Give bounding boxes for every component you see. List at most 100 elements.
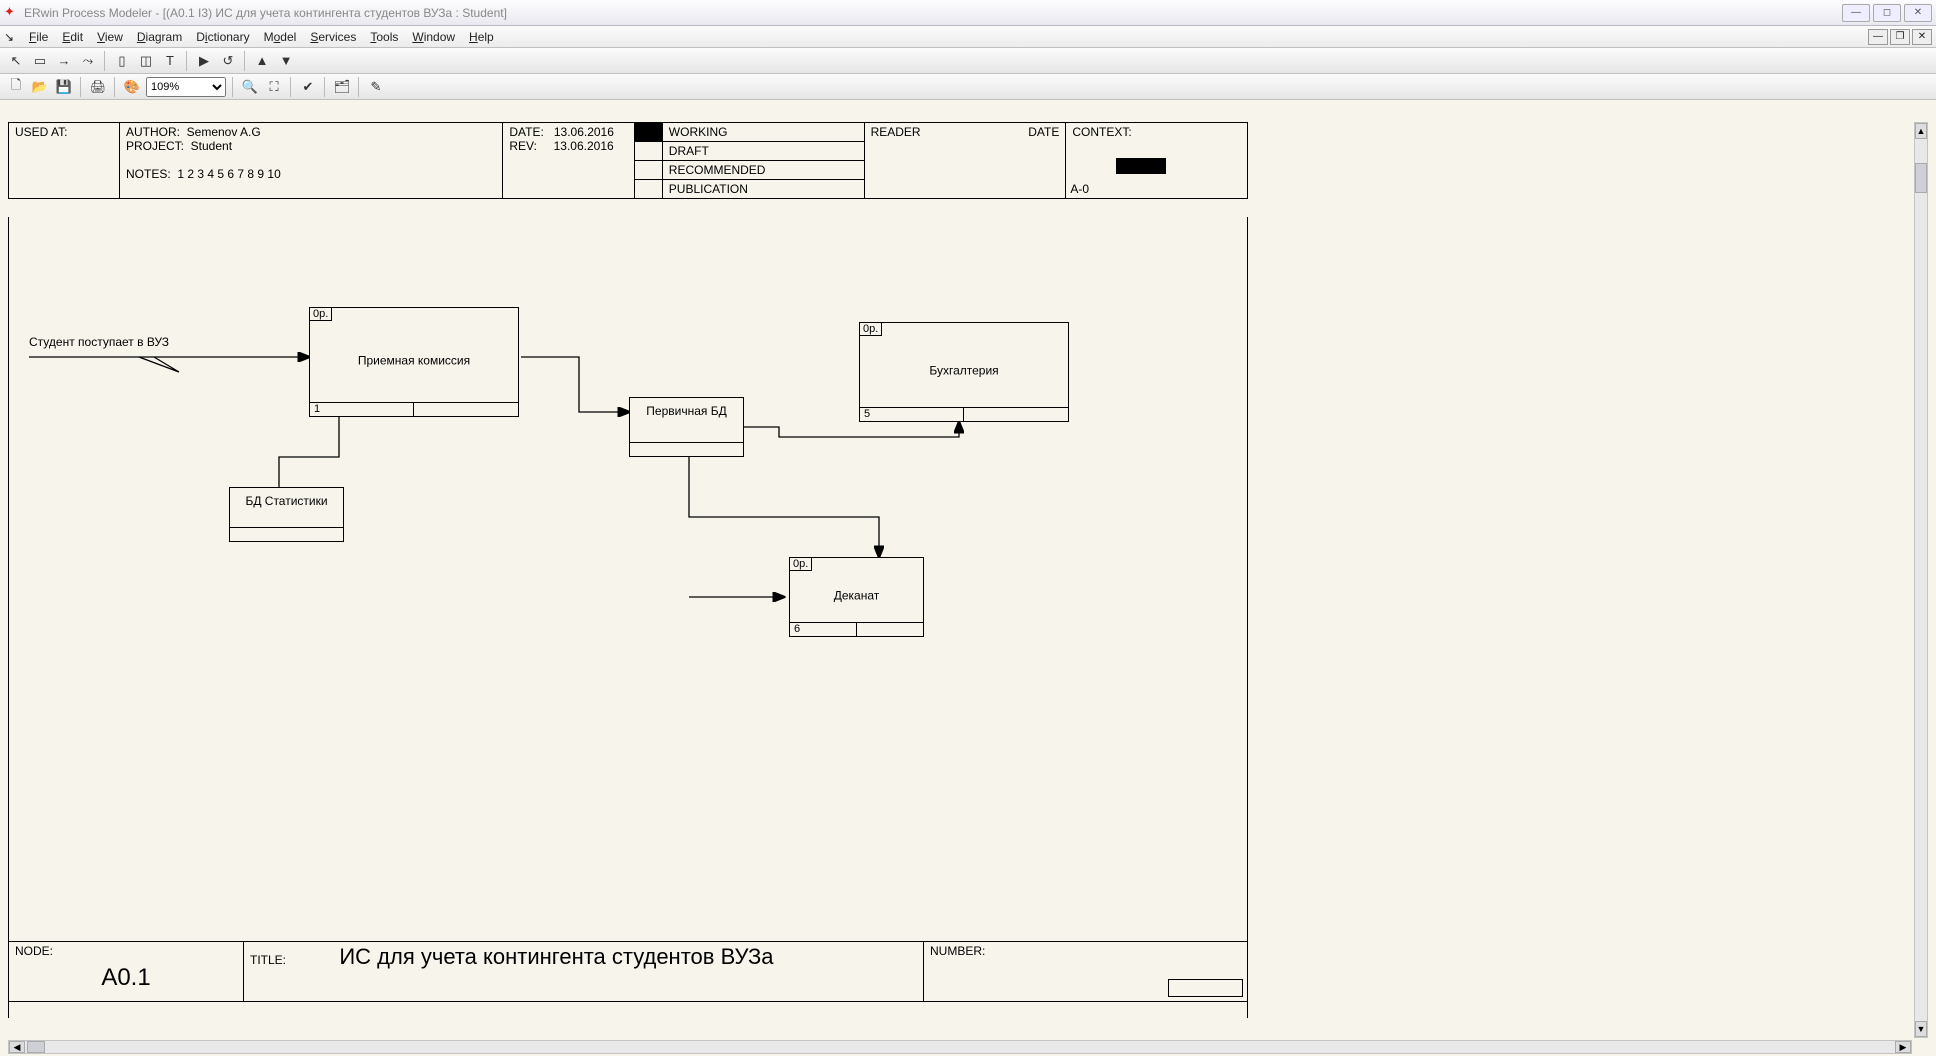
menu-window[interactable]: Window bbox=[405, 28, 462, 46]
activity-box-bukhgalteriya[interactable]: 0р. Бухгалтерия 5 bbox=[859, 322, 1069, 422]
activity-number: 1 bbox=[310, 403, 414, 416]
activity-tag: 0р. bbox=[310, 308, 332, 321]
vertical-scrollbar[interactable]: ▲ ▼ bbox=[1914, 122, 1928, 1038]
header-author: Semenov A.G bbox=[187, 125, 261, 139]
footer-node-label: NODE: bbox=[15, 944, 53, 958]
check-icon[interactable]: ✔ bbox=[298, 77, 318, 97]
print-icon[interactable]: 🖨 bbox=[88, 77, 108, 97]
header-context-label: CONTEXT: bbox=[1072, 125, 1131, 139]
squiggle-tool-icon[interactable]: ⤳ bbox=[78, 51, 98, 71]
horizontal-scrollbar[interactable]: ◀ ▶ bbox=[8, 1040, 1912, 1054]
text-tool-icon[interactable]: T bbox=[160, 51, 180, 71]
zoom-fit-icon[interactable]: ⛶ bbox=[264, 77, 284, 97]
header-publication: PUBLICATION bbox=[669, 182, 748, 196]
menu-view[interactable]: View bbox=[90, 28, 130, 46]
menu-edit[interactable]: Edit bbox=[55, 28, 90, 46]
window-titlebar: ERwin Process Modeler - [(A0.1 I3) ИС дл… bbox=[0, 0, 1936, 26]
menu-diagram[interactable]: Diagram bbox=[130, 28, 189, 46]
footer-number-box bbox=[1168, 979, 1243, 997]
activity-number: 6 bbox=[790, 623, 857, 636]
toolbar-standard: 🗋 📂 💾 🖨 🎨 109% 🔍 ⛶ ✔ 🗂 ✎ bbox=[0, 74, 1936, 100]
scroll-up-icon[interactable]: ▲ bbox=[1915, 123, 1927, 139]
scroll-down-icon[interactable]: ▼ bbox=[1915, 1021, 1927, 1037]
window-title: ERwin Process Modeler - [(A0.1 I3) ИС дл… bbox=[24, 6, 507, 20]
scroll-right-icon[interactable]: ▶ bbox=[1895, 1041, 1911, 1053]
activity-box-dekanat[interactable]: 0р. Деканат 6 bbox=[789, 557, 924, 637]
activity-number: 5 bbox=[860, 408, 964, 421]
header-usedat-label: USED AT: bbox=[15, 125, 67, 139]
pointer-tool-icon[interactable]: ↖ bbox=[6, 51, 26, 71]
mdi-restore-button[interactable]: ❐ bbox=[1890, 29, 1910, 45]
mdi-close-button[interactable]: ✕ bbox=[1912, 29, 1932, 45]
spell-icon[interactable]: ✎ bbox=[366, 77, 386, 97]
redo-icon[interactable]: ↺ bbox=[218, 51, 238, 71]
datastore-name: Первичная БД bbox=[646, 404, 726, 418]
header-date: 13.06.2016 bbox=[554, 125, 614, 139]
header-project-label: PROJECT: bbox=[126, 139, 184, 153]
footer-title: ИС для учета контингента студентов ВУЗа bbox=[339, 944, 773, 969]
header-rev-label: REV: bbox=[509, 139, 537, 153]
close-button[interactable]: ✕ bbox=[1904, 4, 1932, 22]
menu-bar: ↘ File Edit View Diagram Dictionary Mode… bbox=[0, 26, 1936, 48]
diagram-footer-table: NODE: A0.1 TITLE: ИС для учета континген… bbox=[8, 941, 1248, 1002]
header-reader-label: READER bbox=[871, 125, 921, 139]
menu-tools[interactable]: Tools bbox=[363, 28, 405, 46]
header-rev: 13.06.2016 bbox=[554, 139, 614, 153]
go-down-icon[interactable]: ▼ bbox=[276, 51, 296, 71]
diagram-workarea[interactable]: USED AT: AUTHOR: Semenov A.G PROJECT: St… bbox=[8, 122, 1928, 1038]
datastore-name: БД Статистики bbox=[245, 494, 327, 508]
scroll-left-icon[interactable]: ◀ bbox=[9, 1041, 25, 1053]
zoom-in-icon[interactable]: 🔍 bbox=[240, 77, 260, 97]
minimize-button[interactable]: — bbox=[1842, 4, 1870, 22]
diagram-input-label: Студент поступает в ВУЗ bbox=[29, 335, 169, 349]
menu-file[interactable]: File bbox=[22, 28, 55, 46]
footer-node: A0.1 bbox=[15, 964, 237, 992]
new-icon[interactable]: 🗋 bbox=[6, 77, 26, 97]
scroll-thumb[interactable] bbox=[1915, 163, 1927, 193]
header-notes: 1 2 3 4 5 6 7 8 9 10 bbox=[177, 167, 280, 181]
model-explorer-icon[interactable]: 🗂 bbox=[332, 77, 352, 97]
save-icon[interactable]: 💾 bbox=[54, 77, 74, 97]
datastore-bd-statistiki[interactable]: БД Статистики bbox=[229, 487, 344, 542]
header-working: WORKING bbox=[669, 125, 728, 139]
org-tool-icon[interactable]: ◫ bbox=[136, 51, 156, 71]
header-context-ref: A-0 bbox=[1070, 182, 1089, 196]
menu-model[interactable]: Model bbox=[257, 28, 304, 46]
arrow-tool-icon[interactable]: → bbox=[54, 51, 74, 71]
menu-services[interactable]: Services bbox=[303, 28, 363, 46]
activity-tag: 0р. bbox=[790, 558, 812, 571]
header-draft: DRAFT bbox=[669, 144, 709, 158]
context-thumbnail bbox=[1116, 158, 1166, 174]
diagram-surface[interactable]: Студент поступает в ВУЗ 0р. Приемная ком… bbox=[8, 217, 1248, 1018]
activity-tag: 0р. bbox=[860, 323, 882, 336]
activity-name: Приемная комиссия bbox=[358, 354, 470, 368]
footer-number-label: NUMBER: bbox=[930, 944, 985, 958]
zoom-select[interactable]: 109% bbox=[146, 77, 226, 97]
menu-dictionary[interactable]: Dictionary bbox=[189, 28, 256, 46]
scroll-thumb[interactable] bbox=[27, 1041, 45, 1053]
play-icon[interactable]: ▶ bbox=[194, 51, 214, 71]
diagram-sheet: USED AT: AUTHOR: Semenov A.G PROJECT: St… bbox=[8, 122, 1248, 1038]
footer-title-label: TITLE: bbox=[250, 953, 286, 967]
activity-name: Бухгалтерия bbox=[929, 364, 998, 378]
maximize-button[interactable]: ◻ bbox=[1873, 4, 1901, 22]
activity-name: Деканат bbox=[834, 589, 880, 603]
menu-help[interactable]: Help bbox=[462, 28, 501, 46]
diagram-header-table: USED AT: AUTHOR: Semenov A.G PROJECT: St… bbox=[8, 122, 1248, 199]
mdi-minimize-button[interactable]: — bbox=[1868, 29, 1888, 45]
header-recommended: RECOMMENDED bbox=[669, 163, 766, 177]
menu-corner-icon: ↘ bbox=[4, 30, 18, 44]
go-up-icon[interactable]: ▲ bbox=[252, 51, 272, 71]
activity-box-priemnaya-komissiya[interactable]: 0р. Приемная комиссия 1 bbox=[309, 307, 519, 417]
app-icon bbox=[4, 6, 18, 20]
header-project: Student bbox=[191, 139, 232, 153]
open-icon[interactable]: 📂 bbox=[30, 77, 50, 97]
activity-box-tool-icon[interactable]: ▭ bbox=[30, 51, 50, 71]
toolbar-tools: ↖ ▭ → ⤳ ▯ ◫ T ▶ ↺ ▲ ▼ bbox=[0, 48, 1936, 74]
header-notes-label: NOTES: bbox=[126, 167, 171, 181]
datastore-pervichnaya-bd[interactable]: Первичная БД bbox=[629, 397, 744, 457]
ref-tool-icon[interactable]: ▯ bbox=[112, 51, 132, 71]
header-author-label: AUTHOR: bbox=[126, 125, 180, 139]
palette-icon[interactable]: 🎨 bbox=[122, 77, 142, 97]
header-reader-date-label: DATE bbox=[1028, 125, 1059, 139]
